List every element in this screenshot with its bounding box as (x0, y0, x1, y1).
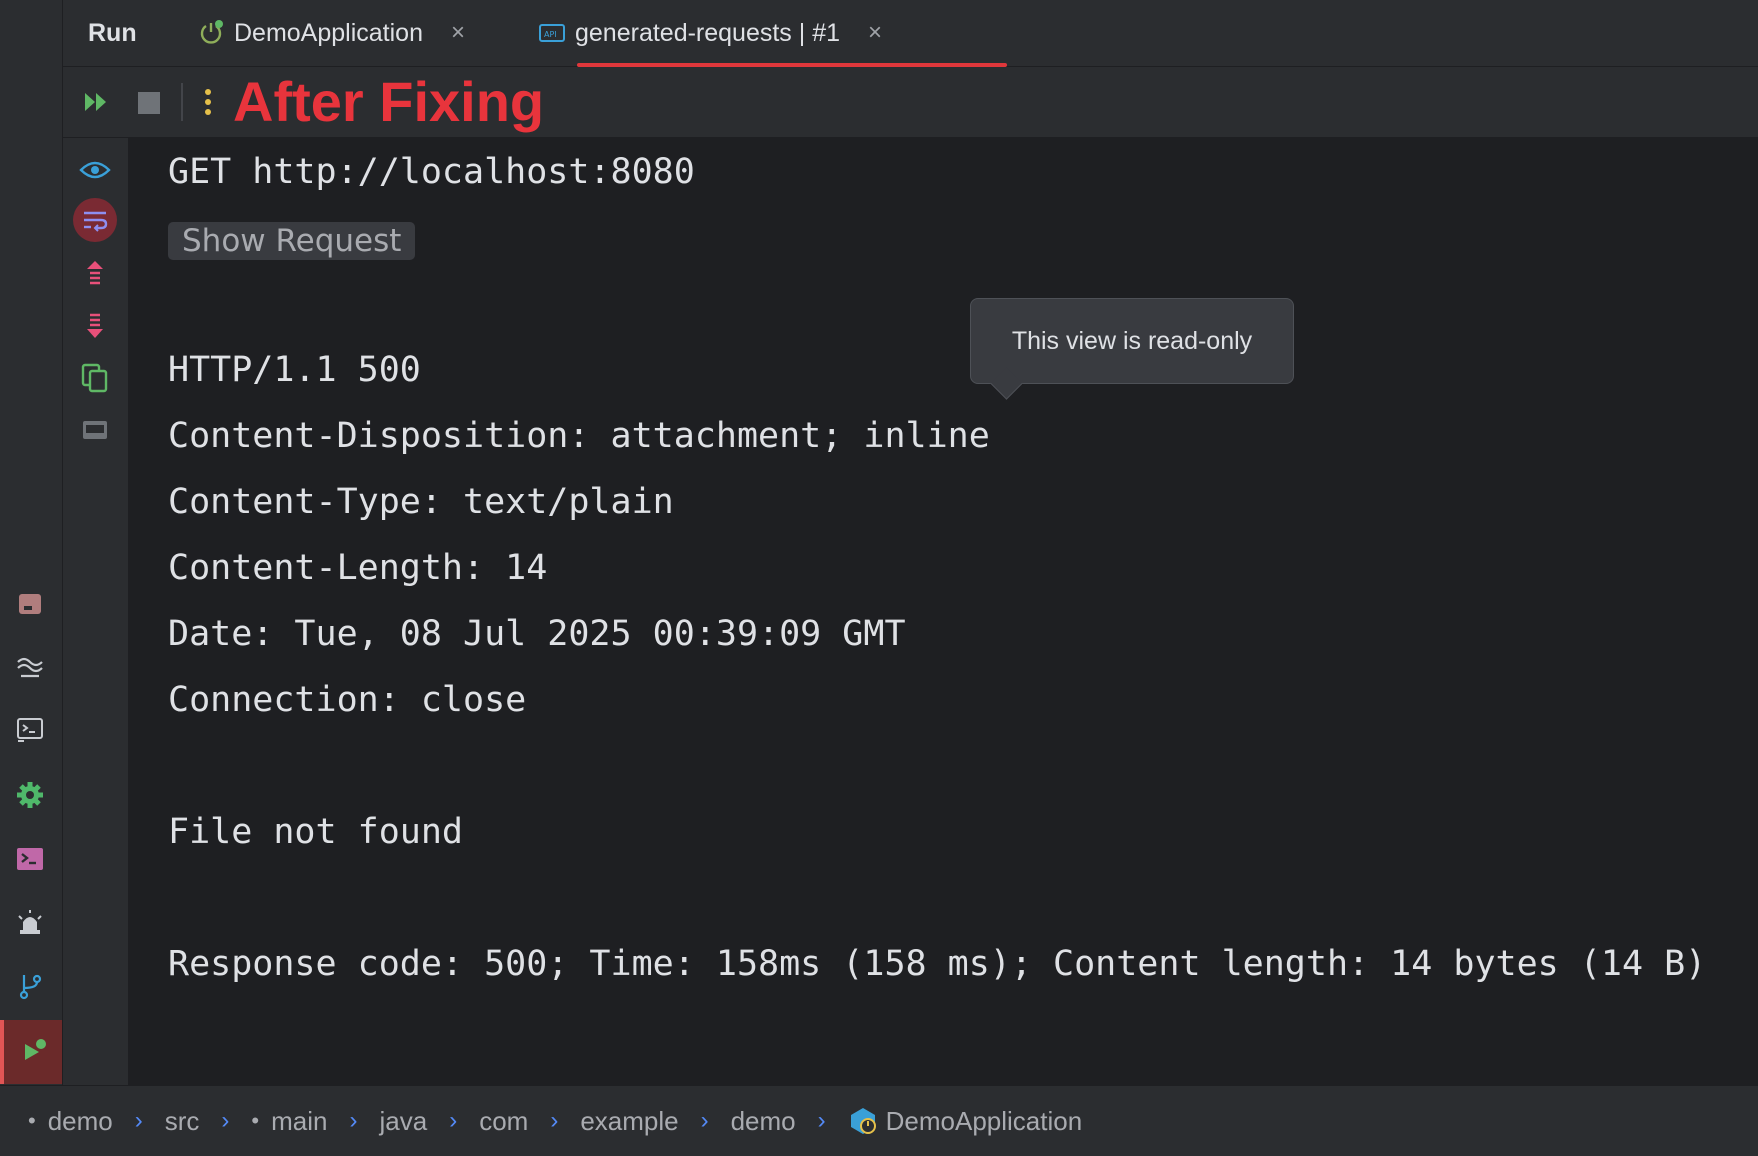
svg-text:API: API (544, 30, 557, 39)
after-fixing-annotation: After Fixing (233, 70, 545, 133)
run-tab-bar: Run DemoApplication × API generated-requ… (63, 0, 1758, 67)
response-body: File not found (168, 812, 464, 852)
chevron-right-icon: › (449, 1107, 458, 1134)
terminal-icon[interactable] (13, 842, 47, 876)
chevron-right-icon: › (817, 1107, 826, 1134)
show-request-button[interactable]: Show Request (168, 222, 416, 260)
chevron-right-icon: › (349, 1107, 358, 1134)
breadcrumb-item[interactable]: • main (251, 1106, 327, 1137)
terminal-remote-icon[interactable] (13, 714, 47, 748)
response-summary: Response code: 500; Time: 158ms (158 ms)… (168, 944, 1707, 984)
run-toolbar: After Fixing (63, 67, 1758, 137)
tooltip-text: This view is read-only (1011, 326, 1253, 355)
breadcrumb: • demo › src › • main › java › com › examp… (0, 1085, 1758, 1156)
header-line: Connection: close (168, 680, 527, 720)
git-branch-icon[interactable] (13, 969, 47, 1003)
read-only-tooltip: This view is read-only (970, 298, 1294, 400)
tab-label: generated-requests | #1 (575, 18, 841, 47)
header-line: Content-Type: text/plain (168, 482, 674, 522)
database-icon[interactable] (13, 587, 47, 621)
tab-label: DemoApplication (234, 18, 423, 47)
breadcrumb-item[interactable]: demo (731, 1106, 796, 1137)
breadcrumb-item[interactable]: example (580, 1106, 678, 1137)
stop-icon[interactable] (138, 92, 160, 114)
scroll-to-top-icon[interactable] (73, 252, 117, 296)
console-gutter (63, 138, 128, 1085)
chevron-right-icon: › (134, 1107, 143, 1134)
power-icon (198, 20, 224, 46)
layout-icon[interactable] (73, 408, 117, 452)
console-output[interactable]: GET http://localhost:8080 Show Request H… (128, 138, 1758, 1085)
soft-wrap-icon[interactable] (73, 198, 117, 242)
module-dot-icon: • (28, 1108, 36, 1133)
api-file-icon: API (539, 22, 565, 44)
breadcrumb-item[interactable]: DemoApplication (848, 1106, 1082, 1137)
more-options-icon[interactable] (203, 87, 213, 121)
tab-demo-application[interactable]: DemoApplication × (198, 0, 465, 66)
toolbar-separator (181, 83, 183, 121)
gear-icon[interactable] (13, 778, 47, 812)
close-icon[interactable]: × (451, 19, 465, 47)
close-icon[interactable]: × (868, 19, 882, 47)
run-title: Run (88, 18, 137, 47)
breadcrumb-item[interactable]: com (479, 1106, 528, 1137)
copy-icon[interactable] (73, 356, 117, 400)
module-dot-icon: • (251, 1108, 260, 1133)
run-tool-window-icon[interactable] (0, 1020, 62, 1084)
tab-generated-requests[interactable]: API generated-requests | #1 × (539, 0, 882, 66)
chevron-right-icon: › (221, 1107, 230, 1134)
header-line: Date: Tue, 08 Jul 2025 00:39:09 GMT (168, 614, 906, 654)
breadcrumb-item[interactable]: java (379, 1106, 427, 1137)
breadcrumb-item[interactable]: src (165, 1106, 200, 1137)
rerun-icon[interactable] (83, 89, 111, 119)
left-tool-strip (0, 0, 63, 1085)
services-icon[interactable] (13, 650, 47, 684)
chevron-right-icon: › (700, 1107, 709, 1134)
problems-icon[interactable] (13, 906, 47, 940)
eye-icon[interactable] (73, 148, 117, 192)
spring-class-icon (848, 1106, 878, 1136)
chevron-right-icon: › (550, 1107, 559, 1134)
status-line: HTTP/1.1 500 (168, 350, 421, 390)
breadcrumb-item[interactable]: • demo (28, 1106, 113, 1137)
header-line: Content-Length: 14 (168, 548, 548, 588)
header-line: Content-Disposition: attachment; inline (168, 416, 990, 456)
request-line: GET http://localhost:8080 (168, 152, 695, 192)
scroll-to-end-icon[interactable] (73, 304, 117, 348)
